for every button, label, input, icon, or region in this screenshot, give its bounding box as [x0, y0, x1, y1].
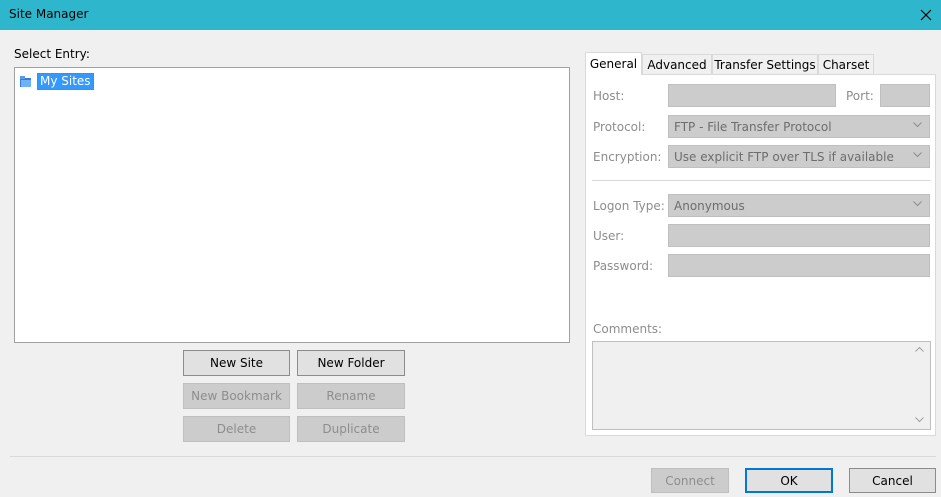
field-separator [592, 180, 931, 181]
window-title: Site Manager [9, 7, 89, 21]
new-folder-label: New Folder [317, 356, 385, 370]
encryption-value: Use explicit FTP over TLS if available [674, 149, 894, 164]
ok-button[interactable]: OK [745, 468, 833, 493]
chevron-down-icon [913, 152, 922, 158]
password-input[interactable] [668, 254, 930, 277]
tab-charset-label: Charset [822, 57, 870, 72]
password-label: Password: [593, 259, 654, 273]
select-entry-label: Select Entry: [14, 47, 90, 61]
host-input[interactable] [668, 84, 836, 107]
logon-type-value: Anonymous [674, 198, 745, 213]
site-tree[interactable]: My Sites [14, 67, 570, 343]
new-bookmark-button[interactable]: New Bookmark [183, 383, 290, 409]
delete-label: Delete [216, 422, 257, 436]
close-button[interactable] [911, 0, 941, 30]
tab-advanced-label: Advanced [647, 57, 707, 72]
tab-general[interactable]: General [585, 52, 642, 75]
tab-general-label: General [589, 57, 638, 71]
tree-item-my-sites[interactable]: My Sites [20, 73, 94, 90]
chevron-down-icon [913, 201, 922, 207]
new-bookmark-label: New Bookmark [191, 389, 282, 403]
new-folder-button[interactable]: New Folder [297, 350, 405, 376]
scroll-down-icon[interactable] [915, 417, 924, 423]
connect-button[interactable]: Connect [651, 468, 729, 493]
delete-button[interactable]: Delete [183, 416, 290, 442]
logon-type-select[interactable]: Anonymous [668, 194, 930, 217]
connect-label: Connect [665, 473, 715, 488]
duplicate-button[interactable]: Duplicate [297, 416, 405, 442]
protocol-label: Protocol: [593, 120, 646, 134]
new-site-button[interactable]: New Site [183, 350, 290, 376]
close-icon [920, 9, 932, 21]
cancel-label: Cancel [872, 473, 913, 488]
comments-label: Comments: [593, 322, 663, 336]
tab-transfer-settings[interactable]: Transfer Settings [712, 54, 818, 74]
port-label: Port: [846, 89, 874, 103]
new-site-label: New Site [209, 356, 264, 370]
host-label: Host: [593, 89, 625, 103]
logon-type-label: Logon Type: [593, 199, 665, 213]
scroll-up-icon[interactable] [915, 346, 924, 352]
protocol-value: FTP - File Transfer Protocol [674, 119, 832, 134]
rename-label: Rename [326, 389, 376, 403]
tab-transfer-settings-label: Transfer Settings [714, 57, 816, 72]
protocol-select[interactable]: FTP - File Transfer Protocol [668, 115, 930, 138]
tab-charset[interactable]: Charset [818, 54, 874, 74]
encryption-select[interactable]: Use explicit FTP over TLS if available [668, 145, 930, 168]
footer-separator [10, 456, 936, 457]
tree-item-label: My Sites [37, 73, 94, 90]
user-input[interactable] [668, 224, 930, 247]
encryption-label: Encryption: [593, 150, 662, 164]
port-input[interactable] [880, 84, 930, 107]
rename-button[interactable]: Rename [297, 383, 405, 409]
folder-icon [20, 75, 32, 88]
chevron-down-icon [913, 122, 922, 128]
user-label: User: [593, 229, 625, 243]
ok-label: OK [780, 473, 798, 488]
tab-advanced[interactable]: Advanced [642, 54, 712, 74]
title-bar: Site Manager [0, 0, 941, 30]
comments-textarea[interactable] [592, 341, 931, 430]
duplicate-label: Duplicate [322, 422, 380, 436]
cancel-button[interactable]: Cancel [849, 468, 936, 493]
